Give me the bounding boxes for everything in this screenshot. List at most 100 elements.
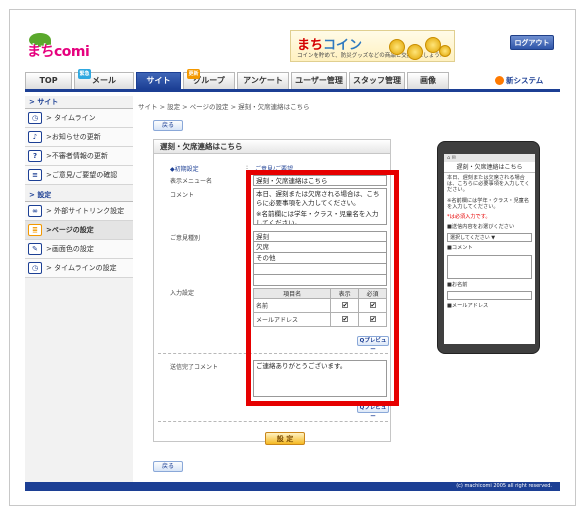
initial-settings-value: ご意見/ご要望 xyxy=(255,166,294,173)
page-icon: ≣ xyxy=(28,224,42,236)
sidebar-heading-site-label: サイト xyxy=(37,98,59,106)
phone-select[interactable]: 選択してください ▼ xyxy=(447,233,532,243)
sidebar-item-timeline-settings[interactable]: ◷ > タイムラインの設定 xyxy=(25,259,133,278)
submit-button[interactable]: 設 定 xyxy=(265,432,305,445)
opinion-type-input[interactable] xyxy=(253,264,387,275)
logo-text: まちcomi xyxy=(27,44,90,60)
sidebar-item-color-settings[interactable]: ✎ >画面色の設定 xyxy=(25,240,133,259)
required-checkbox[interactable]: ✔ xyxy=(369,302,376,309)
phone-preview: ⌂ ✉ 遅刻・欠席連絡はこちら 本日、遅刻または欠席される場合は、こちらに必要事… xyxy=(437,141,540,354)
opinion-type-list: 遅刻 欠席 その他 xyxy=(253,231,387,286)
opinion-type-input[interactable]: 遅刻 xyxy=(253,231,387,242)
phone-comment-area[interactable] xyxy=(447,254,532,279)
phone-required-note: *は必須入力です。 xyxy=(447,214,491,221)
initial-settings-label: ◆初期設定 xyxy=(170,166,199,173)
comment-textarea[interactable]: 本日、遅刻または欠席される場合は、こちらに必要事項を入力してください。 ※名前欄… xyxy=(253,188,387,225)
done-comment-textarea[interactable]: ご連絡ありがとうございます。 xyxy=(253,360,387,397)
opinion-type-input[interactable]: 欠席 xyxy=(253,242,387,253)
sidebar-item-label: >画面色の設定 xyxy=(46,245,94,253)
table-row: 名前 ✔ ✔ xyxy=(252,298,387,313)
header: まちcomi まちコイン コインを貯めて、防災グッズなどの商品と交換しましょう!… xyxy=(25,27,560,72)
sidebar: > サイト ◷ > タイムライン ♪ >お知らせの更新 ? >不審者情報の更新 ≡ >ご… xyxy=(25,96,133,482)
divider xyxy=(158,353,388,354)
tab-survey[interactable]: アンケート xyxy=(237,72,289,89)
table-header: 必須 xyxy=(358,288,387,299)
phone-name-label: ■お名前 xyxy=(447,281,468,288)
sidebar-item-label: > タイムライン xyxy=(46,114,96,122)
logout-button[interactable]: ログアウト xyxy=(510,35,554,50)
page-settings-card: 遅刻・欠席連絡はこちら ◆初期設定 : ご意見/ご要望 表示メニュー名 遅刻・欠… xyxy=(153,139,391,445)
table-header: 表示 xyxy=(330,288,360,299)
coin-icon xyxy=(439,45,451,57)
list-icon: ≡ xyxy=(28,169,42,181)
clock-icon: ◷ xyxy=(28,262,42,274)
back-button-bottom[interactable]: 戻る xyxy=(153,461,183,472)
opinion-type-input[interactable]: その他 xyxy=(253,253,387,264)
coin-icon xyxy=(407,44,423,60)
sidebar-item-page-settings[interactable]: ≣ >ページの設定 xyxy=(25,221,133,240)
comment-text-2: ※名前欄には学年・クラス・児童名を入力してください。 xyxy=(256,210,379,225)
new-system-link[interactable]: 新システム xyxy=(495,75,543,86)
tab-user-management[interactable]: ユーザー管理 xyxy=(291,72,347,89)
phone-send-label: ■送信内容をお選びください xyxy=(447,224,515,231)
link-icon: ∞ xyxy=(28,205,42,217)
tab-staff-management[interactable]: スタッフ管理 xyxy=(349,72,405,89)
phone-mail-label: ■メールアドレス xyxy=(447,302,489,309)
opinion-type-input[interactable] xyxy=(253,275,387,286)
input-settings-label: 入力設定 xyxy=(170,290,195,297)
sidebar-item-label: >ページの設定 xyxy=(46,226,94,234)
divider xyxy=(158,421,388,422)
phone-comment-label: ■コメント xyxy=(447,245,473,252)
bell-icon: ♪ xyxy=(28,131,42,143)
phone-text-2: ※名前欄には学年・クラス・児童名を入力してください。 xyxy=(447,197,530,210)
phone-text-1: 本日、遅刻または欠席される場合は、こちらに必要事項を入力してください。 xyxy=(447,175,530,194)
show-cell: ✔ xyxy=(330,312,360,327)
field-name: メールアドレス xyxy=(252,312,332,327)
menu-name-input[interactable]: 遅刻・欠席連絡はこちら xyxy=(253,175,387,186)
preview-button[interactable]: Qプレビュー xyxy=(357,336,389,353)
show-checkbox[interactable]: ✔ xyxy=(341,302,348,309)
sidebar-heading-settings-label: 設定 xyxy=(37,191,52,199)
sidebar-item-timeline[interactable]: ◷ > タイムライン xyxy=(25,109,133,128)
logo[interactable]: まちcomi xyxy=(25,33,100,63)
show-cell: ✔ xyxy=(330,298,360,313)
sidebar-item-external-links[interactable]: ∞ > 外部サイトリンク設定 xyxy=(25,202,133,221)
clock-icon: ◷ xyxy=(28,112,42,124)
sidebar-item-label: > 外部サイトリンク設定 xyxy=(46,207,125,215)
card-title: 遅刻・欠席連絡はこちら xyxy=(154,140,390,154)
table-header: 項目名 xyxy=(252,288,332,299)
tab-top[interactable]: TOP xyxy=(25,72,72,89)
input-settings-table: 項目名 表示 必須 名前 ✔ ✔ メールアドレス ✔ ✔ xyxy=(252,288,387,327)
field-name: 名前 xyxy=(252,298,332,313)
sidebar-item-suspicious[interactable]: ? >不審者情報の更新 xyxy=(25,147,133,166)
brush-icon: ✎ xyxy=(28,243,42,255)
back-button-top[interactable]: 戻る xyxy=(153,120,183,131)
tab-images[interactable]: 画像 xyxy=(407,72,449,89)
sidebar-item-label: >不審者情報の更新 xyxy=(46,152,108,160)
update-badge: 更新 xyxy=(187,69,200,79)
tab-site[interactable]: サイト xyxy=(136,72,181,89)
tab-mail-label: メール xyxy=(92,76,116,85)
sidebar-item-news[interactable]: ♪ >お知らせの更新 xyxy=(25,128,133,147)
preview-button[interactable]: Qプレビュー xyxy=(357,403,389,420)
sidebar-heading-site: > サイト xyxy=(25,96,133,109)
opinion-type-label: ご意見種別 xyxy=(170,235,201,242)
sidebar-item-label: > タイムラインの設定 xyxy=(46,264,117,272)
required-checkbox[interactable]: ✔ xyxy=(369,316,376,323)
sidebar-heading-settings: > 設定 xyxy=(25,189,133,202)
main-nav: TOP 緊急 メール サイト 更新 グループ アンケート ユーザー管理 スタッフ… xyxy=(25,69,560,92)
sidebar-item-opinions[interactable]: ≡ >ご意見/ご要望の確認 xyxy=(25,166,133,185)
phone-screen: ⌂ ✉ 遅刻・欠席連絡はこちら 本日、遅刻または欠席される場合は、こちらに必要事… xyxy=(444,154,535,344)
required-cell: ✔ xyxy=(358,298,387,313)
coin-icon xyxy=(389,39,405,55)
show-checkbox[interactable]: ✔ xyxy=(341,316,348,323)
question-icon: ? xyxy=(28,150,42,162)
comment-text-1: 本日、遅刻または欠席される場合は、こちらに必要事項を入力してください。 xyxy=(256,190,380,207)
coin-banner[interactable]: まちコイン コインを貯めて、防災グッズなどの商品と交換しましょう! xyxy=(290,30,455,62)
tab-group[interactable]: 更新 グループ xyxy=(183,69,235,89)
phone-name-input[interactable] xyxy=(447,290,532,300)
colon: : xyxy=(246,164,249,171)
table-row: メールアドレス ✔ ✔ xyxy=(252,312,387,327)
tab-mail[interactable]: 緊急 メール xyxy=(74,69,134,89)
gear-icon xyxy=(495,76,504,85)
